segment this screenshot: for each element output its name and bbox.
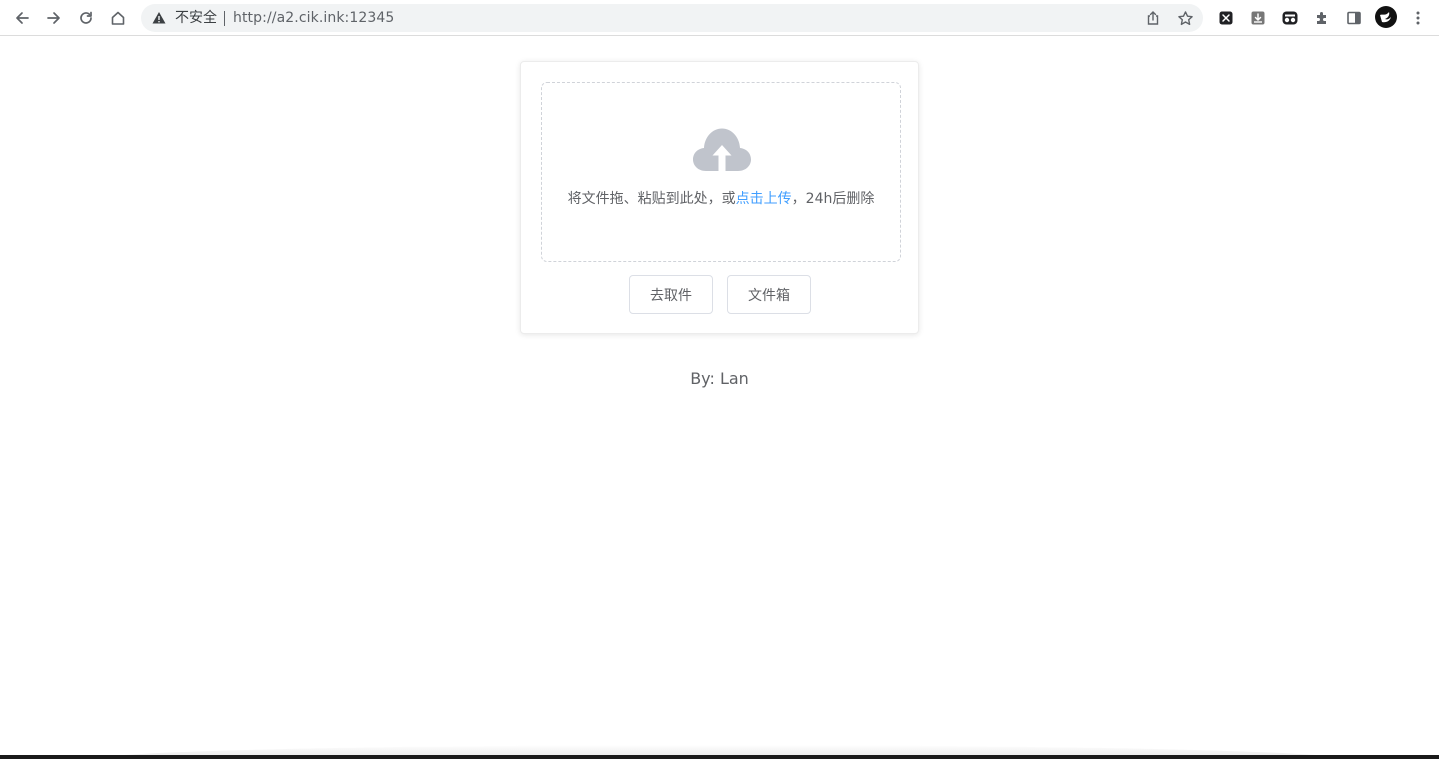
share-icon[interactable] bbox=[1144, 9, 1162, 27]
upload-hint-prefix: 将文件拖、粘贴到此处，或 bbox=[567, 191, 736, 207]
upload-card: 将文件拖、粘贴到此处，或点击上传，24h后删除 去取件 文件箱 bbox=[520, 61, 919, 334]
address-separator bbox=[224, 11, 225, 26]
upload-hint-suffix: ，24h后删除 bbox=[791, 191, 875, 207]
footer-credit: By: Lan bbox=[690, 369, 749, 388]
cloud-upload-icon bbox=[692, 127, 752, 173]
warning-icon[interactable] bbox=[151, 10, 167, 26]
filebox-button[interactable]: 文件箱 bbox=[727, 275, 811, 314]
back-icon[interactable] bbox=[11, 7, 33, 29]
browser-menu-icon[interactable] bbox=[1407, 7, 1429, 29]
extensions-puzzle-icon[interactable] bbox=[1311, 7, 1333, 29]
url-text[interactable]: http://a2.cik.ink:12345 bbox=[233, 9, 394, 27]
profile-avatar[interactable] bbox=[1375, 6, 1397, 28]
upload-hint: 将文件拖、粘贴到此处，或点击上传，24h后删除 bbox=[542, 190, 900, 208]
incognito-extension-icon[interactable] bbox=[1279, 7, 1301, 29]
security-label[interactable]: 不安全 bbox=[175, 9, 217, 27]
forward-icon[interactable] bbox=[43, 7, 65, 29]
address-bar[interactable]: 不安全 http://a2.cik.ink:12345 bbox=[141, 4, 1203, 32]
reload-icon[interactable] bbox=[75, 7, 97, 29]
upload-dropzone[interactable]: 将文件拖、粘贴到此处，或点击上传，24h后删除 bbox=[541, 82, 901, 262]
browser-toolbar: 不安全 http://a2.cik.ink:12345 bbox=[0, 0, 1439, 36]
bookmark-star-icon[interactable] bbox=[1176, 9, 1194, 27]
x-extension-icon[interactable] bbox=[1215, 7, 1237, 29]
window-bottom-edge bbox=[0, 755, 1439, 759]
click-upload-link[interactable]: 点击上传 bbox=[736, 191, 792, 207]
side-panel-icon[interactable] bbox=[1343, 7, 1365, 29]
home-icon[interactable] bbox=[107, 7, 129, 29]
download-extension-icon[interactable] bbox=[1247, 7, 1269, 29]
pickup-button[interactable]: 去取件 bbox=[629, 275, 713, 314]
